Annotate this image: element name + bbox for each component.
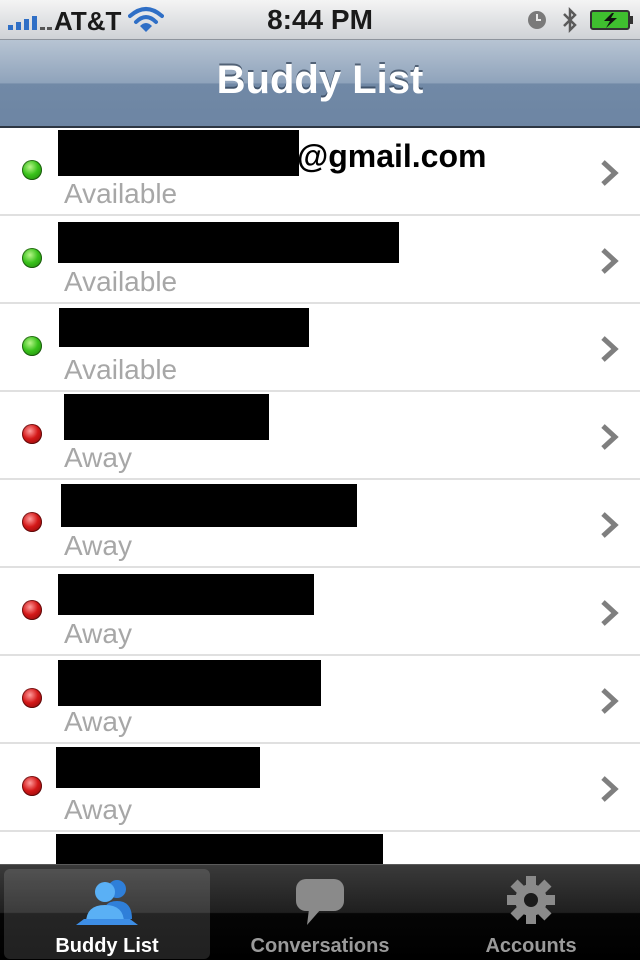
away-status-indicator xyxy=(22,776,42,796)
battery-charging-icon xyxy=(590,10,633,30)
redacted-name xyxy=(56,834,383,864)
chevron-right-icon xyxy=(601,600,619,626)
tab-label: Conversations xyxy=(250,935,390,957)
tab-conversations[interactable]: Conversations xyxy=(217,869,423,959)
chevron-right-icon xyxy=(601,336,619,362)
gear-icon xyxy=(507,876,555,924)
buddy-list[interactable]: @gmail.com Available Available Available… xyxy=(0,128,640,864)
buddy-status: Available xyxy=(64,354,178,385)
redacted-name xyxy=(58,130,299,176)
buddy-row[interactable]: Away xyxy=(0,392,640,480)
redacted-name xyxy=(58,222,399,263)
chevron-right-icon xyxy=(601,688,619,714)
bluetooth-icon xyxy=(563,6,577,34)
tab-label: Accounts xyxy=(485,935,577,957)
buddy-status: Away xyxy=(64,530,132,561)
tab-accounts[interactable]: Accounts xyxy=(428,869,634,959)
buddy-row[interactable]: Available xyxy=(0,304,640,392)
away-status-indicator xyxy=(22,424,42,444)
buddy-status: Available xyxy=(64,178,178,209)
navigation-bar: Buddy List xyxy=(0,40,640,128)
buddy-status: Available xyxy=(64,266,178,297)
buddy-row[interactable]: Available xyxy=(0,216,640,304)
chevron-right-icon xyxy=(601,776,619,802)
buddy-status: Away xyxy=(64,706,132,737)
alarm-icon xyxy=(528,11,546,29)
redacted-name xyxy=(59,308,309,347)
tab-buddy-list[interactable]: Buddy List xyxy=(4,869,210,959)
away-status-indicator xyxy=(22,512,42,532)
chevron-right-icon xyxy=(601,248,619,274)
speech-bubble-icon xyxy=(296,879,344,925)
buddy-row[interactable]: Away xyxy=(0,744,640,832)
online-status-indicator xyxy=(22,336,42,356)
redacted-name xyxy=(61,484,357,527)
buddy-row[interactable]: Away xyxy=(0,568,640,656)
chevron-right-icon xyxy=(601,160,619,186)
buddies-icon xyxy=(76,880,138,925)
away-status-indicator xyxy=(22,600,42,620)
buddy-row[interactable] xyxy=(0,832,640,864)
redacted-name xyxy=(64,394,269,440)
online-status-indicator xyxy=(22,248,42,268)
buddy-row[interactable]: Away xyxy=(0,480,640,568)
chevron-right-icon xyxy=(601,424,619,450)
buddy-row[interactable]: @gmail.com Available xyxy=(0,128,640,216)
screen: AT&T 8:44 PM Buddy List @gmail.com Avail… xyxy=(0,0,640,960)
redacted-name xyxy=(56,747,260,788)
tab-bar: Buddy List Conversations Accounts xyxy=(0,864,640,960)
buddy-email-suffix: @gmail.com xyxy=(297,138,487,174)
online-status-indicator xyxy=(22,160,42,180)
away-status-indicator xyxy=(22,688,42,708)
chevron-right-icon xyxy=(601,512,619,538)
page-title: Buddy List xyxy=(216,58,424,102)
buddy-status: Away xyxy=(64,442,132,473)
redacted-name xyxy=(58,660,321,706)
status-bar: AT&T 8:44 PM xyxy=(0,0,640,40)
redacted-name xyxy=(58,574,314,615)
buddy-row[interactable]: Away xyxy=(0,656,640,744)
buddy-status: Away xyxy=(64,794,132,825)
buddy-status: Away xyxy=(64,618,132,649)
tab-label: Buddy List xyxy=(55,935,159,957)
